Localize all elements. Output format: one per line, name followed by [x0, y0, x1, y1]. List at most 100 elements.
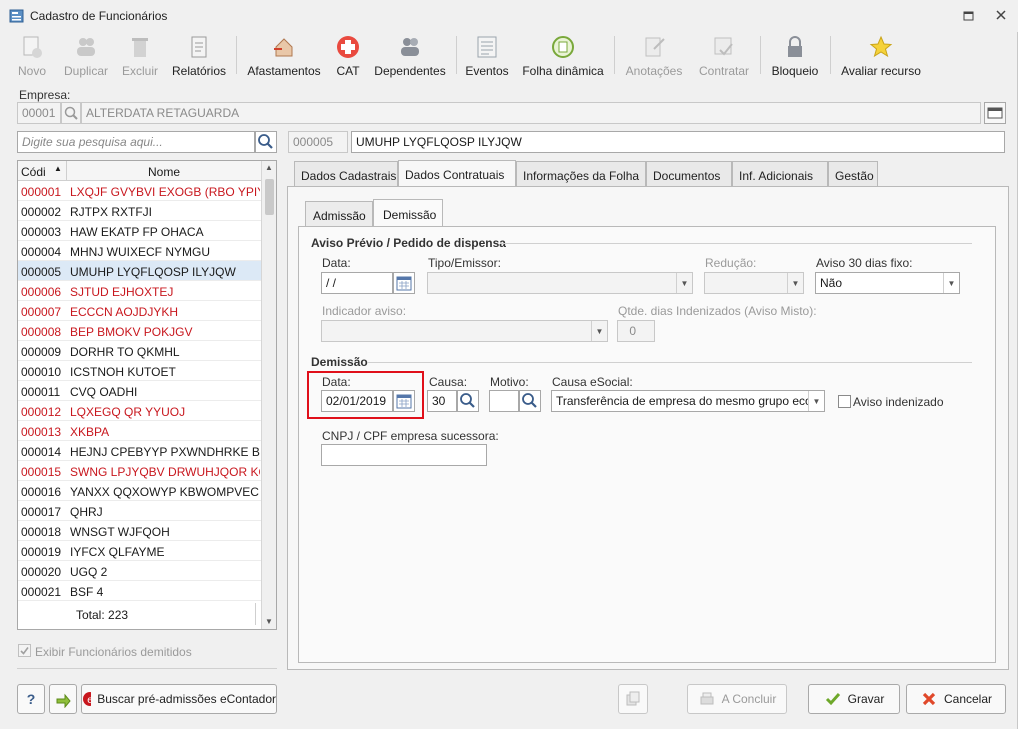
table-row[interactable]: 000021 BSF 4: [18, 581, 261, 601]
indicador-aviso-select[interactable]: ▼: [321, 320, 608, 342]
afastamentos-button[interactable]: Afastamentos: [244, 32, 324, 78]
row-name: LXQJF GVYBVI EXOGB (RBO YPIYB): [70, 185, 260, 199]
column-header-code[interactable]: Códi: [21, 165, 46, 179]
restore-button[interactable]: [962, 9, 978, 25]
left-divider: [17, 668, 277, 669]
cancelar-button[interactable]: Cancelar: [906, 684, 1006, 714]
close-button[interactable]: [994, 8, 1010, 24]
tipo-emissor-select[interactable]: ▼: [427, 272, 693, 294]
dependentes-button[interactable]: Dependentes: [370, 32, 450, 78]
eventos-button[interactable]: Eventos: [462, 32, 512, 78]
table-row[interactable]: 000016 YANXX QQXOWYP KBWOMPVEC A: [18, 481, 261, 501]
search-input[interactable]: Digite sua pesquisa aqui...: [17, 131, 255, 153]
table-row[interactable]: 000014 HEJNJ CPEBYYP PXWNDHRKE BTB J: [18, 441, 261, 461]
table-row[interactable]: 000010 ICSTNOH KUTOET: [18, 361, 261, 381]
avaliar-recurso-button[interactable]: Avaliar recurso: [836, 32, 926, 78]
causa-esocial-label: Causa eSocial:: [552, 375, 633, 389]
excluir-button[interactable]: Excluir: [118, 32, 162, 78]
row-name: YANXX QQXOWYP KBWOMPVEC A: [70, 485, 260, 499]
contratar-button[interactable]: Contratar: [694, 32, 754, 78]
tab-inf-adicionais[interactable]: Inf. Adicionais: [732, 161, 828, 187]
aviso-section-line: [500, 243, 972, 244]
causa-label: Causa:: [429, 375, 468, 389]
causa-field[interactable]: 30: [427, 390, 457, 412]
tab-gestao[interactable]: Gestão: [828, 161, 878, 187]
table-row[interactable]: 000007 ECCCN AOJDJYKH: [18, 301, 261, 321]
causa-esocial-select[interactable]: Transferência de empresa do mesmo grupo …: [551, 390, 825, 412]
relatorios-button[interactable]: Relatórios: [168, 32, 230, 78]
bloqueio-button[interactable]: Bloqueio: [766, 32, 824, 78]
folha-dinamica-button[interactable]: Folha dinâmica: [518, 32, 608, 78]
anotacoes-button[interactable]: Anotações: [620, 32, 688, 78]
tipo-emissor-label: Tipo/Emissor:: [428, 256, 501, 270]
buscar-preadmissoes-button[interactable]: e Buscar pré-admissões eContador: [81, 684, 277, 714]
chevron-down-icon: ▼: [943, 273, 959, 293]
gravar-button[interactable]: Gravar: [808, 684, 900, 714]
table-row[interactable]: 000003 HAW EKATP FP OHACA: [18, 221, 261, 241]
table-row[interactable]: 000020 UGQ 2: [18, 561, 261, 581]
novo-button[interactable]: Novo: [10, 32, 54, 78]
table-row[interactable]: 000004 MHNJ WUIXECF NYMGU: [18, 241, 261, 261]
table-row[interactable]: 000005 UMUHP LYQFLQOSP ILYJQW: [18, 261, 261, 281]
table-row[interactable]: 000015 SWNG LPJYQBV DRWUHJQOR KQI Y: [18, 461, 261, 481]
demissao-calendar-button[interactable]: [393, 390, 415, 412]
subtab-demissao[interactable]: Demissão: [373, 199, 443, 227]
aviso30-select[interactable]: Não ▼: [815, 272, 960, 294]
import-button[interactable]: [49, 684, 77, 714]
search-button[interactable]: [255, 131, 277, 153]
table-row[interactable]: 000009 DORHR TO QKMHL: [18, 341, 261, 361]
tab-dados-contratuais[interactable]: Dados Contratuais: [398, 160, 516, 188]
table-row[interactable]: 000002 RJTPX RXTFJI: [18, 201, 261, 221]
tab-informacoes-folha[interactable]: Informações da Folha: [516, 161, 646, 187]
aviso-calendar-button[interactable]: [393, 272, 415, 294]
table-row[interactable]: 000008 BEP BMOKV POKJGV: [18, 321, 261, 341]
afastamentos-label: Afastamentos: [247, 64, 321, 78]
table-row[interactable]: 000001 LXQJF GVYBVI EXOGB (RBO YPIYB): [18, 181, 261, 201]
help-button[interactable]: ?: [17, 684, 45, 714]
column-header-name[interactable]: Nome: [148, 165, 180, 179]
row-name: SJTUD EJHOXTEJ: [70, 285, 174, 299]
scroll-down-icon[interactable]: ▼: [265, 617, 273, 626]
printer-icon: [700, 692, 714, 705]
aviso-data-field[interactable]: / /: [321, 272, 393, 294]
scroll-thumb[interactable]: [265, 179, 274, 215]
row-code: 000019: [21, 545, 62, 559]
title-bar: Cadastro de Funcionários: [0, 0, 1018, 32]
demissao-data-field[interactable]: 02/01/2019: [321, 390, 393, 412]
cnpj-label: CNPJ / CPF empresa sucessora:: [322, 429, 499, 443]
row-code: 000003: [21, 225, 62, 239]
table-row[interactable]: 000017 QHRJ: [18, 501, 261, 521]
cnpj-field[interactable]: [321, 444, 487, 466]
motivo-search-button[interactable]: [519, 390, 541, 412]
chevron-down-icon: ▼: [591, 321, 607, 341]
employee-name-field[interactable]: UMUHP LYQFLQOSP ILYJQW: [351, 131, 1005, 153]
table-row[interactable]: 000011 CVQ OADHI: [18, 381, 261, 401]
empresa-code-field[interactable]: 00001: [17, 102, 61, 124]
row-code: 000020: [21, 565, 62, 579]
motivo-field[interactable]: [489, 390, 519, 412]
qtde-dias-stepper[interactable]: 0: [617, 320, 655, 342]
reducao-select[interactable]: ▼: [704, 272, 804, 294]
table-row[interactable]: 000018 WNSGT WJFQOH: [18, 521, 261, 541]
aviso-indenizado-checkbox[interactable]: [838, 395, 851, 408]
duplicar-button[interactable]: Duplicar: [58, 32, 114, 78]
cat-button[interactable]: CAT: [330, 32, 366, 78]
tab-documentos[interactable]: Documentos: [646, 161, 732, 187]
print-button[interactable]: [618, 684, 648, 714]
tab-dados-cadastrais[interactable]: Dados Cadastrais: [294, 161, 398, 187]
window-title: Cadastro de Funcionários: [30, 9, 168, 23]
toolbar-separator: [456, 36, 457, 74]
table-row[interactable]: 000012 LQXEGQ QR YYUOJ: [18, 401, 261, 421]
empresa-card-button[interactable]: [984, 102, 1006, 124]
subtab-admissao[interactable]: Admissão: [305, 201, 373, 227]
table-row[interactable]: 000013 XKBPA: [18, 421, 261, 441]
table-row[interactable]: 000006 SJTUD EJHOXTEJ: [18, 281, 261, 301]
scroll-up-icon[interactable]: ▲: [265, 163, 273, 172]
empresa-search-button[interactable]: [61, 102, 81, 124]
show-dismissed-checkbox[interactable]: [18, 644, 31, 657]
grid-scrollbar[interactable]: ▲ ▼: [261, 161, 276, 629]
a-concluir-button[interactable]: A Concluir: [687, 684, 787, 714]
aviso-section-title: Aviso Prévio / Pedido de dispensa: [311, 236, 506, 250]
table-row[interactable]: 000019 IYFCX QLFAYME: [18, 541, 261, 561]
causa-search-button[interactable]: [457, 390, 479, 412]
